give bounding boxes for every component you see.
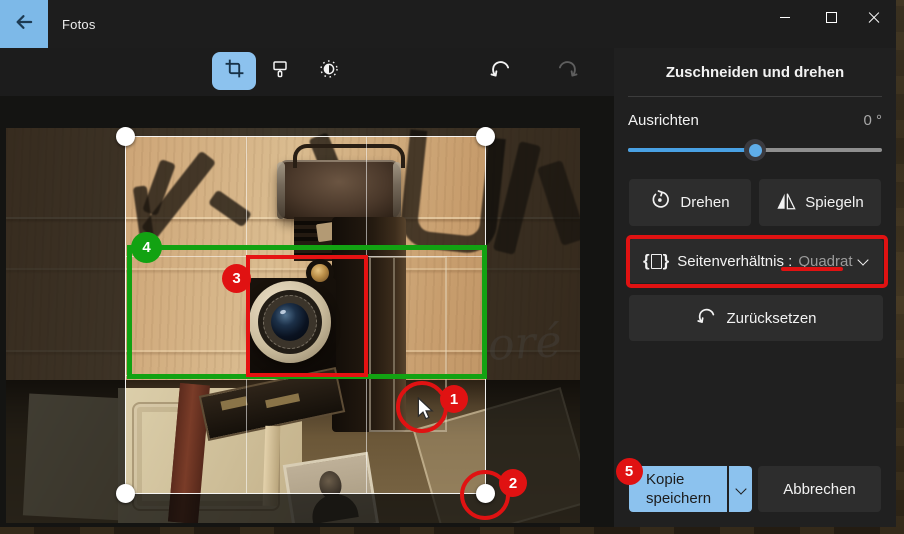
mouse-cursor — [417, 397, 434, 425]
brightness-icon — [318, 58, 340, 85]
slider-thumb[interactable] — [744, 139, 766, 161]
panel-title: Zuschneiden und drehen — [614, 64, 896, 81]
paintbrush-icon — [269, 58, 291, 85]
cancel-button[interactable]: Abbrechen — [758, 466, 881, 512]
slider-fill — [628, 148, 755, 152]
photo-watermark: oré — [487, 316, 563, 371]
album-page — [23, 393, 129, 520]
badge-number: 2 — [509, 475, 517, 492]
badge-number: 5 — [625, 463, 633, 480]
chevron-down-icon — [735, 483, 746, 494]
flip-label: Spiegeln — [805, 194, 863, 211]
minimize-button[interactable] — [763, 0, 807, 34]
undo-icon — [488, 57, 512, 86]
straighten-slider[interactable] — [628, 139, 882, 161]
crop-handle-top-left[interactable] — [116, 127, 135, 146]
portrait-torso — [309, 491, 359, 523]
straighten-label: Ausrichten — [628, 112, 699, 129]
aspect-label: Seitenverhältnis : — [677, 253, 792, 270]
badge-number: 3 — [232, 270, 240, 287]
crop-icon — [224, 58, 245, 84]
save-copy-button[interactable]: Kopie speichern — [629, 466, 727, 512]
rotate-button[interactable]: Drehen — [629, 179, 751, 226]
annotation-badge-5: 5 — [616, 458, 643, 485]
reset-icon — [695, 305, 717, 331]
save-copy-label: Kopie speichern — [646, 470, 710, 508]
app-title: Fotos — [62, 0, 96, 48]
annotation-red-underline — [781, 267, 843, 271]
brace-right: } — [663, 251, 670, 271]
rotate-label: Drehen — [680, 194, 729, 211]
flip-button[interactable]: Spiegeln — [759, 179, 881, 226]
straighten-row: Ausrichten 0 ° — [628, 112, 882, 129]
redo-icon — [556, 57, 580, 86]
annotation-badge-2: 2 — [499, 469, 527, 497]
annotation-badge-1: 1 — [440, 385, 468, 413]
stencil-letter — [537, 160, 580, 246]
rotate-icon — [650, 190, 671, 215]
aspect-ratio-icon: { } — [643, 251, 669, 271]
undo-button[interactable] — [481, 52, 519, 90]
photos-app-window: Fotos — [0, 0, 896, 527]
annotation-badge-4: 4 — [131, 232, 162, 263]
redo-button[interactable] — [549, 52, 587, 90]
editor-toolbar — [0, 48, 614, 96]
back-arrow-icon — [13, 11, 35, 38]
close-icon — [868, 11, 880, 23]
straighten-value: 0 ° — [863, 112, 882, 129]
annotation-red-rect — [246, 255, 368, 377]
save-copy-dropdown[interactable] — [729, 466, 752, 512]
maximize-button[interactable] — [809, 0, 853, 34]
minimize-icon — [780, 17, 790, 18]
screenshot-root: Fotos — [0, 0, 904, 534]
editor-canvas: oré 4 3 1 2 — [0, 96, 614, 527]
close-button[interactable] — [852, 0, 896, 34]
chevron-down-icon — [857, 254, 868, 265]
adjust-light-button[interactable] — [310, 52, 348, 90]
flip-icon — [776, 191, 796, 215]
filters-tool-button[interactable] — [261, 52, 299, 90]
reset-button[interactable]: Zurücksetzen — [629, 295, 883, 341]
badge-number: 1 — [450, 391, 458, 408]
maximize-icon — [826, 12, 837, 23]
badge-number: 4 — [142, 239, 150, 256]
cancel-label: Abbrechen — [783, 481, 856, 498]
aspect-ratio-dropdown[interactable]: { } Seitenverhältnis : Quadrat — [629, 239, 883, 283]
aspect-square-glyph — [651, 254, 662, 269]
brace-left: { — [643, 251, 650, 271]
panel-divider — [628, 96, 882, 97]
reset-label: Zurücksetzen — [726, 310, 816, 327]
crop-handle-top-right[interactable] — [476, 127, 495, 146]
back-button[interactable] — [0, 0, 48, 48]
crop-handle-bottom-left[interactable] — [116, 484, 135, 503]
titlebar: Fotos — [0, 0, 896, 48]
crop-rotate-panel: Zuschneiden und drehen Ausrichten 0 ° Dr… — [614, 48, 896, 527]
crop-tool-button[interactable] — [212, 52, 256, 90]
annotation-badge-3: 3 — [222, 264, 251, 293]
